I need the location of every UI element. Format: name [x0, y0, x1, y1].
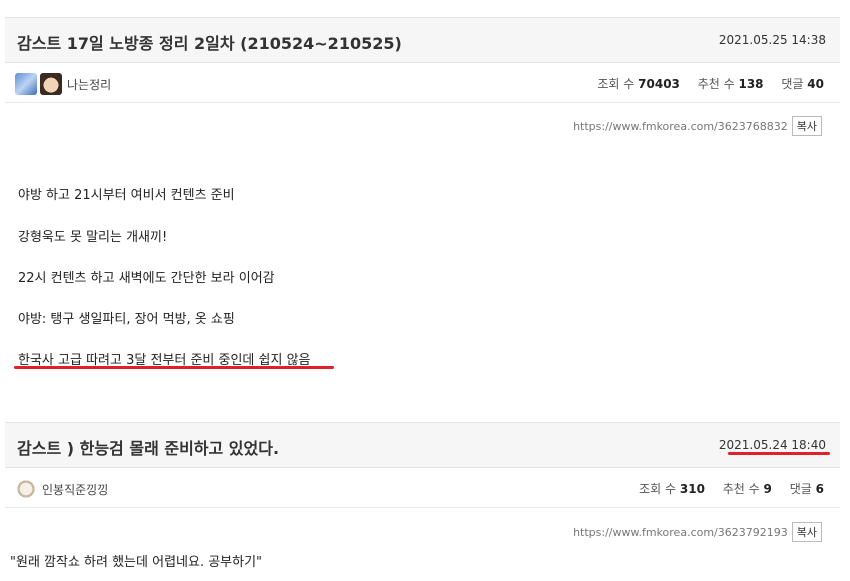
- post2-author[interactable]: 인봉직준낑낑: [15, 478, 108, 500]
- post1-url-row: https://www.fmkorea.com/3623768832 복사: [573, 116, 822, 136]
- post1-url[interactable]: https://www.fmkorea.com/3623768832: [573, 120, 788, 133]
- post2-stats: 조회 수 310 추천 수 9 댓글 6: [639, 482, 824, 496]
- highlight-underline: [14, 366, 334, 369]
- anime-avatar-icon: [15, 73, 37, 95]
- post1-stats: 조회 수 70403 추천 수 138 댓글 40: [597, 77, 824, 91]
- post1-author[interactable]: 나는정리: [15, 73, 111, 95]
- post2-line: "원래 깜작쇼 하려 했는데 어렵네요. 공부하기": [10, 555, 263, 570]
- post2-copy-button[interactable]: 복사: [791, 522, 822, 542]
- post2-comments: 6: [815, 482, 824, 496]
- post1-line: 22시 컨텐츠 하고 새벽에도 간단한 보라 이어감: [18, 271, 275, 286]
- post1-line: 야방 하고 21시부터 여비서 컨텐츠 준비: [18, 188, 235, 203]
- post1-views: 70403: [638, 77, 680, 91]
- post1-meta: 나는정리 조회 수 70403 추천 수 138 댓글 40: [5, 62, 840, 103]
- post2-url[interactable]: https://www.fmkorea.com/3623792193: [573, 526, 788, 539]
- post1-comments: 40: [807, 77, 824, 91]
- post2-views: 310: [679, 482, 705, 496]
- post1-copy-button[interactable]: 복사: [791, 116, 822, 136]
- post1-date: 2021.05.25 14:38: [718, 33, 826, 47]
- post1-line: 야방: 탱구 생일파티, 장어 먹방, 옷 쇼핑: [18, 312, 235, 327]
- puppy-avatar-icon: [15, 478, 37, 500]
- post1-line: 강형욱도 못 말리는 개새끼!: [18, 230, 168, 245]
- post1-author-name[interactable]: 나는정리: [67, 76, 111, 93]
- post2-url-row: https://www.fmkorea.com/3623792193 복사: [573, 522, 822, 542]
- post2-date: 2021.05.24 18:40: [718, 438, 826, 452]
- post1-recommends: 138: [738, 77, 764, 91]
- date-underline: [728, 452, 830, 455]
- face-avatar-icon: [40, 73, 62, 95]
- post1-title[interactable]: 감스트 17일 노방종 정리 2일차 (210524~210525): [17, 30, 402, 54]
- post2-meta: 인봉직준낑낑 조회 수 310 추천 수 9 댓글 6: [5, 467, 840, 508]
- post2-title[interactable]: 감스트 ) 한능검 몰래 준비하고 있었다.: [17, 435, 279, 459]
- post1-title-bar: 감스트 17일 노방종 정리 2일차 (210524~210525) 2021.…: [5, 17, 840, 63]
- post2-title-bar: 감스트 ) 한능검 몰래 준비하고 있었다. 2021.05.24 18:40: [5, 422, 840, 468]
- post2-recommends: 9: [763, 482, 772, 496]
- post2-author-name[interactable]: 인봉직준낑낑: [42, 481, 108, 498]
